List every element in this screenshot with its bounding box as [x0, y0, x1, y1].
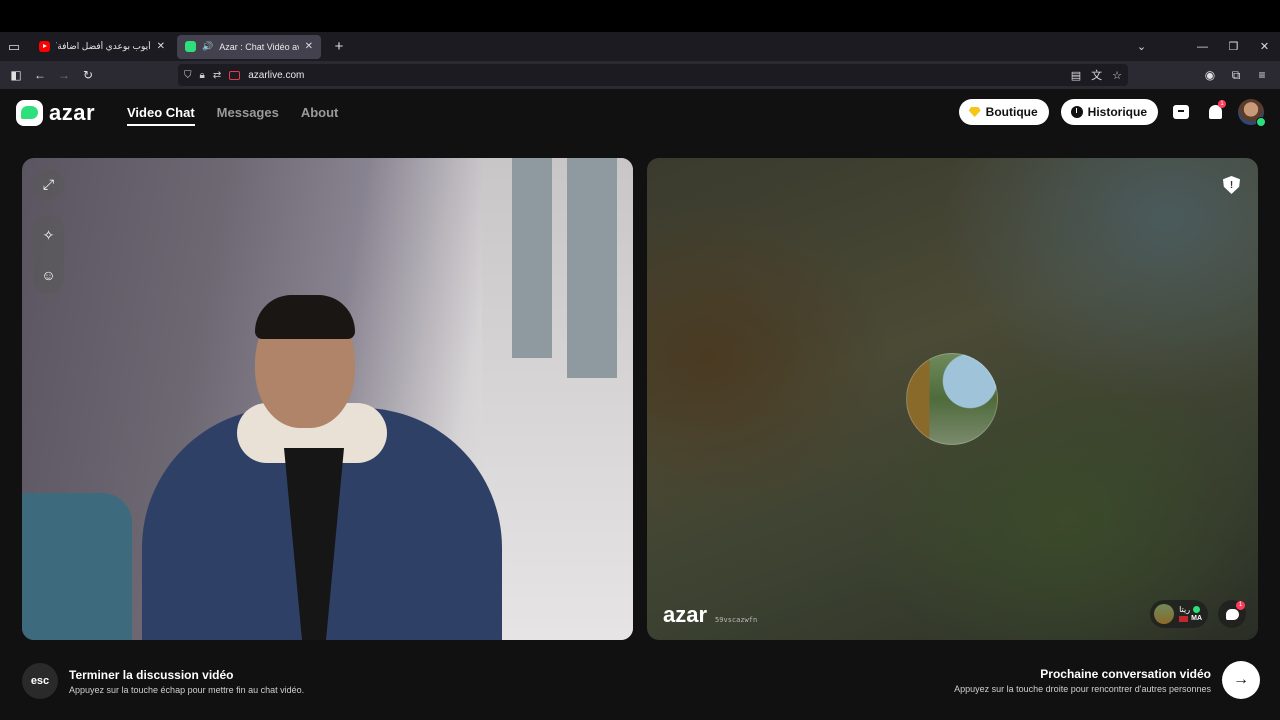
profile-avatar[interactable]	[1238, 99, 1266, 127]
screen-share-icon[interactable]	[229, 70, 241, 80]
online-status-icon	[1256, 117, 1266, 127]
chat-bubble-icon	[1225, 608, 1239, 620]
video-scene-hair	[255, 295, 355, 339]
nav-video-chat[interactable]: Video Chat	[127, 105, 195, 126]
expand-icon: ⤢	[42, 176, 55, 192]
face-filter-icon[interactable]: ☺	[41, 267, 55, 283]
report-shield-icon[interactable]: !	[1223, 176, 1240, 194]
logo-text: azar	[49, 100, 96, 125]
esc-button[interactable]: esc	[22, 663, 58, 699]
notifications-button[interactable]: 1	[1204, 100, 1226, 123]
account-icon[interactable]: ◉	[1198, 63, 1222, 87]
window-controls: ⌄ — ❐ ✕	[1126, 32, 1280, 61]
peer-profile-picture	[906, 353, 998, 445]
os-top-bar	[0, 0, 1280, 32]
verified-icon	[1193, 606, 1201, 613]
close-tab-icon[interactable]: ✕	[305, 41, 313, 52]
close-window-icon[interactable]: ✕	[1249, 40, 1280, 53]
chat-button[interactable]: 1	[1218, 600, 1246, 628]
historique-label: Historique	[1087, 105, 1147, 119]
peer-country: MA	[1191, 615, 1202, 622]
translate-icon[interactable]: 文	[1091, 67, 1102, 83]
shield-icon[interactable]: ⛉	[184, 70, 192, 81]
tab-title: أيوب بوعدي أفضل اضافة؟ عيسى	[56, 41, 151, 51]
peer-info-chip[interactable]: ريتا MA	[1150, 600, 1208, 628]
azar-logo-icon	[16, 100, 43, 126]
reader-view-icon[interactable]: ▤	[1071, 69, 1081, 82]
permissions-icon[interactable]: ⇄	[213, 70, 221, 81]
minimize-icon[interactable]: —	[1187, 41, 1218, 53]
clock-icon	[1070, 106, 1083, 118]
end-chat-subtitle: Appuyez sur la touche échap pour mettre …	[69, 684, 305, 695]
peer-country-row: MA	[1179, 614, 1202, 623]
historique-button[interactable]: Historique	[1060, 99, 1158, 125]
azar-app: azar Video Chat Messages About Boutique …	[0, 89, 1280, 720]
nav-messages[interactable]: Messages	[217, 105, 279, 126]
sidebar-toggle-icon[interactable]: ◧	[4, 63, 28, 87]
azar-logo[interactable]: azar	[16, 100, 95, 126]
arrow-right-icon: →	[1233, 671, 1249, 688]
nav-about[interactable]: About	[301, 105, 339, 126]
browser-tab-strip: ▭ أيوب بوعدي أفضل اضافة؟ عيسى ✕ 🔊 Azar :…	[0, 32, 1280, 61]
browser-tab-youtube[interactable]: أيوب بوعدي أفضل اضافة؟ عيسى ✕	[31, 35, 173, 59]
browser-tab-azar[interactable]: 🔊 Azar : Chat Vidéo avec de n ✕	[177, 34, 321, 59]
end-chat-hint: esc Terminer la discussion vidéo Appuyez…	[22, 663, 304, 699]
chevron-down-icon[interactable]: ⌄	[1126, 40, 1157, 53]
app-header: azar Video Chat Messages About Boutique …	[0, 89, 1280, 137]
fullscreen-button[interactable]: ⤢	[33, 169, 64, 200]
azar-watermark: azar 59vscazwfn	[663, 602, 757, 628]
menu-icon[interactable]: ≡	[1250, 63, 1274, 87]
extensions-icon[interactable]: ⧉	[1224, 63, 1248, 87]
youtube-icon	[39, 41, 50, 52]
boutique-button[interactable]: Boutique	[958, 99, 1049, 125]
reload-icon[interactable]: ↻	[76, 63, 100, 87]
next-chat-title: Prochaine conversation vidéo	[1040, 666, 1211, 681]
session-id: 59vscazwfn	[715, 616, 758, 624]
new-tab-button[interactable]: +	[329, 38, 349, 55]
azar-icon	[185, 41, 196, 52]
next-chat-subtitle: Appuyez sur la touche droite pour rencon…	[954, 683, 1211, 694]
speaker-icon[interactable]: 🔊	[202, 41, 213, 52]
archive-box-icon	[1173, 105, 1189, 119]
boutique-label: Boutique	[985, 105, 1038, 119]
browser-nav-bar: ◧ ← → ↻ ⛉ 🔒︎ ⇄ azarlive.com ▤ 文 ☆ ◉ ⧉ ≡	[0, 61, 1280, 89]
end-chat-title: Terminer la discussion vidéo	[69, 667, 234, 682]
watermark-logo: azar	[663, 602, 708, 627]
video-scene-pane	[567, 158, 617, 378]
next-button[interactable]: →	[1222, 661, 1260, 699]
magic-wand-icon[interactable]: ✧	[43, 227, 55, 244]
next-chat-hint: Prochaine conversation vidéo Appuyez sur…	[954, 661, 1260, 699]
back-icon[interactable]: ←	[28, 63, 52, 87]
notification-badge: 1	[1218, 100, 1226, 108]
lock-icon[interactable]: 🔒︎	[200, 70, 205, 81]
peer-avatar	[1154, 604, 1175, 624]
video-tools: ✧ ☺	[33, 215, 64, 294]
morocco-flag-icon	[1179, 615, 1189, 622]
peer-video: ! azar 59vscazwfn ريتا MA 1	[647, 158, 1258, 640]
tab-title: Azar : Chat Vidéo avec de n	[219, 41, 298, 52]
video-scene-window	[482, 158, 633, 640]
inbox-button[interactable]	[1170, 101, 1192, 123]
main-nav: Video Chat Messages About	[127, 105, 338, 126]
restore-icon[interactable]: ❐	[1218, 40, 1249, 53]
url-text[interactable]: azarlive.com	[248, 70, 304, 81]
video-scene-bed	[22, 493, 132, 640]
bookmark-star-icon[interactable]: ☆	[1112, 69, 1122, 82]
peer-name: ريتا	[1179, 605, 1191, 614]
url-bar[interactable]: ⛉ 🔒︎ ⇄ azarlive.com ▤ 文 ☆	[178, 64, 1128, 86]
video-scene-pane	[512, 158, 552, 358]
close-tab-icon[interactable]: ✕	[157, 41, 165, 52]
tab-list-icon[interactable]: ▭	[1, 34, 27, 60]
chat-badge: 1	[1236, 601, 1245, 610]
peer-name-row: ريتا	[1179, 605, 1202, 614]
self-video: ⤢ ✧ ☺	[22, 158, 633, 640]
forward-icon[interactable]: →	[52, 63, 76, 87]
gem-icon	[968, 107, 981, 117]
